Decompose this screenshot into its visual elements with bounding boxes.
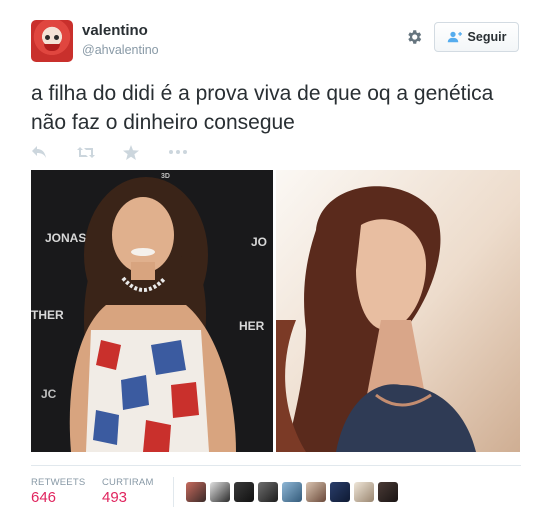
liker-avatar[interactable]: [306, 482, 326, 502]
liker-avatar[interactable]: [282, 482, 302, 502]
stats-divider: [31, 465, 521, 466]
user-name[interactable]: valentino: [82, 22, 148, 39]
tweet-photo-left[interactable]: JONAS JO THER HER 3D JC: [31, 170, 273, 452]
more-icon: [169, 150, 187, 154]
liker-avatar[interactable]: [210, 482, 230, 502]
liker-avatar[interactable]: [186, 482, 206, 502]
more-button[interactable]: [169, 144, 215, 160]
follow-button-label: Seguir: [467, 30, 507, 44]
liker-avatar[interactable]: [234, 482, 254, 502]
add-user-icon: [447, 31, 462, 43]
photo-right-illustration: [276, 170, 520, 452]
backdrop-text: JONAS: [45, 231, 86, 245]
favorite-button[interactable]: [123, 144, 169, 160]
backdrop-text: HER: [239, 319, 265, 333]
liker-avatar[interactable]: [354, 482, 374, 502]
user-handle[interactable]: @ahvalentino: [82, 43, 159, 57]
likes-label: CURTIRAM: [102, 477, 154, 488]
retweets-count[interactable]: 646: [31, 489, 56, 506]
photo-left-illustration: JONAS JO THER HER 3D JC: [31, 170, 273, 452]
reply-icon: [32, 146, 46, 158]
tweet-photo-right[interactable]: [276, 170, 520, 452]
retweet-button[interactable]: [77, 144, 123, 160]
liker-avatar[interactable]: [258, 482, 278, 502]
favorite-icon: [123, 144, 139, 160]
liker-avatar[interactable]: [378, 482, 398, 502]
backdrop-text: 3D: [161, 173, 170, 180]
follow-button[interactable]: Seguir: [434, 22, 519, 52]
backdrop-text: JC: [41, 387, 57, 401]
reply-button[interactable]: [31, 144, 77, 160]
liker-avatar[interactable]: [330, 482, 350, 502]
gear-icon[interactable]: [405, 28, 423, 46]
retweet-icon: [77, 146, 95, 158]
backdrop-text: THER: [31, 308, 64, 322]
backdrop-text: JO: [251, 235, 267, 249]
tweet-actions: [31, 144, 215, 160]
likers-list: [186, 482, 398, 502]
tweet-text: a filha do didi é a prova viva de que oq…: [31, 82, 494, 134]
avatar[interactable]: [31, 20, 73, 62]
retweets-label: RETWEETS: [31, 477, 86, 488]
likes-count[interactable]: 493: [102, 489, 127, 506]
stats-separator: [173, 477, 174, 507]
